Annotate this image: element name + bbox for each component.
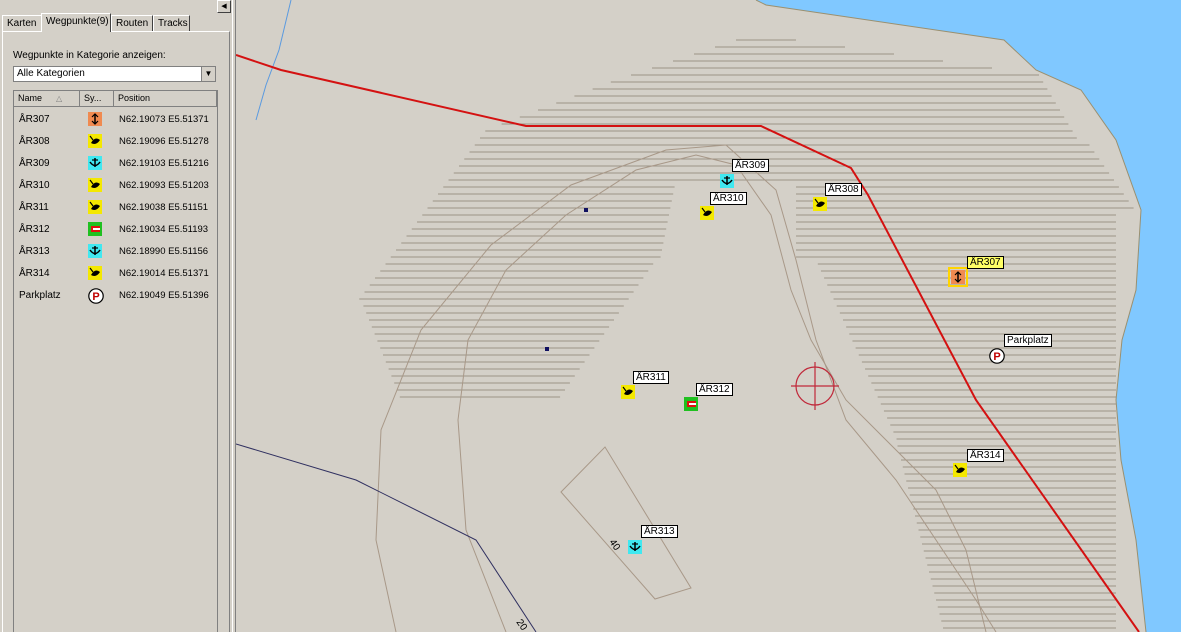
- category-select[interactable]: Alle Kategorien ▼: [13, 66, 216, 82]
- yellow-fish-icon[interactable]: [953, 463, 967, 477]
- yellow-fish-icon: [88, 134, 102, 148]
- yellow-fish-icon[interactable]: [700, 206, 714, 220]
- cyan-anchor-icon: [88, 244, 102, 258]
- contour-outer: [375, 144, 997, 632]
- waypoint-position: N62.19096 E5.51278: [119, 136, 209, 147]
- waypoint-position: N62.19049 E5.51396: [119, 290, 209, 301]
- yellow-fish-icon: [88, 200, 102, 214]
- orange-arrow-icon[interactable]: [948, 267, 968, 287]
- waypoint-label[interactable]: ÅR314: [967, 449, 1004, 462]
- list-header: Name △ Sy... Position: [14, 91, 217, 107]
- waypoint-name: ÅR314: [19, 268, 50, 279]
- waypoint-name: ÅR311: [19, 202, 49, 213]
- waypoint-position: N62.19014 E5.51371: [119, 268, 209, 279]
- green-red-marker-icon[interactable]: [684, 397, 698, 411]
- yellow-fish-icon: [88, 178, 102, 192]
- waypoint-position: N62.19034 E5.51193: [119, 224, 209, 235]
- waypoint-position: N62.19103 E5.51216: [119, 158, 209, 169]
- yellow-fish-icon[interactable]: [621, 385, 635, 399]
- dark-track-line: [236, 443, 537, 632]
- waypoint-name: ÅR307: [19, 114, 50, 125]
- waypoint-row[interactable]: ÅR309 N62.19103 E5.51216: [14, 153, 217, 175]
- svg-text:P: P: [993, 351, 1000, 363]
- waypoint-label[interactable]: ÅR308: [825, 183, 862, 196]
- waypoint-name: ÅR308: [19, 136, 50, 147]
- waypoint-row[interactable]: ÅR307 N62.19073 E5.51371: [14, 109, 217, 131]
- waypoint-label[interactable]: ÅR313: [641, 525, 678, 538]
- yellow-fish-icon[interactable]: [813, 197, 827, 211]
- orange-arrow-icon: [88, 112, 102, 126]
- waypoint-position: N62.19093 E5.51203: [119, 180, 209, 191]
- stream-line: [255, 0, 292, 121]
- category-select-value: Alle Kategorien: [17, 68, 85, 79]
- contour-40-enclosure: [560, 446, 692, 600]
- waypoint-label[interactable]: Parkplatz: [1004, 334, 1052, 347]
- parking-icon: P: [88, 288, 104, 304]
- map-view[interactable]: 40 20 ÅR309 ÅR310 ÅR308 ÅR307 P Parkplatz ÅR31…: [236, 0, 1181, 632]
- waypoint-position: N62.19073 E5.51371: [119, 114, 209, 125]
- waypoint-name: ÅR312: [19, 224, 50, 235]
- green-red-marker-icon: [88, 222, 102, 236]
- sidebar-panel: ◀ Karten Wegpunkte(9) Routen Tracks Wegp…: [0, 0, 232, 632]
- waypoint-label[interactable]: ÅR309: [732, 159, 769, 172]
- tab-karten[interactable]: Karten: [2, 15, 42, 31]
- waypoint-position: N62.19038 E5.51151: [119, 202, 209, 213]
- waypoint-list: Name △ Sy... Position ÅR307 N62.19073 E5.5…: [13, 90, 218, 632]
- parking-icon[interactable]: P: [989, 348, 1005, 364]
- chevron-down-icon[interactable]: ▼: [201, 67, 215, 81]
- waypoint-name: Parkplatz: [19, 290, 61, 301]
- waypoint-name: ÅR313: [19, 246, 50, 257]
- map-point-dot: [545, 347, 549, 351]
- column-header-position[interactable]: Position: [114, 91, 217, 107]
- tab-routen[interactable]: Routen: [111, 15, 153, 31]
- map-point-dot: [584, 208, 588, 212]
- waypoint-row[interactable]: ÅR312 N62.19034 E5.51193: [14, 219, 217, 241]
- waypoint-row[interactable]: Parkplatz P N62.19049 E5.51396: [14, 285, 217, 307]
- yellow-fish-icon: [88, 266, 102, 280]
- category-label: Wegpunkte in Kategorie anzeigen:: [13, 50, 166, 61]
- waypoint-name: ÅR309: [19, 158, 50, 169]
- contour-label-40: 40: [607, 537, 623, 553]
- waypoint-row[interactable]: ÅR310 N62.19093 E5.51203: [14, 175, 217, 197]
- cyan-anchor-icon[interactable]: [720, 174, 734, 188]
- contour-label-20: 20: [514, 617, 530, 632]
- triangle-left-icon: ◀: [221, 3, 227, 10]
- waypoint-row[interactable]: ÅR313 N62.18990 E5.51156: [14, 241, 217, 263]
- waypoint-label[interactable]: ÅR311: [633, 371, 669, 384]
- collapse-panel-button[interactable]: ◀: [217, 0, 231, 13]
- column-header-name[interactable]: Name △: [14, 91, 80, 107]
- waypoint-row[interactable]: ÅR311 N62.19038 E5.51151: [14, 197, 217, 219]
- waypoint-row[interactable]: ÅR308 N62.19096 E5.51278: [14, 131, 217, 153]
- tab-tracks[interactable]: Tracks: [153, 15, 190, 31]
- tab-wegpunkte[interactable]: Wegpunkte(9): [41, 13, 111, 32]
- waypoint-row[interactable]: ÅR314 N62.19014 E5.51371: [14, 263, 217, 285]
- waypoint-position: N62.18990 E5.51156: [119, 246, 209, 257]
- sort-ascending-icon: △: [56, 94, 63, 103]
- waypoint-label[interactable]: ÅR310: [710, 192, 747, 205]
- waypoint-label[interactable]: ÅR312: [696, 383, 733, 396]
- crosshair-icon: [791, 362, 839, 410]
- column-header-symbol[interactable]: Sy...: [80, 91, 114, 107]
- cyan-anchor-icon: [88, 156, 102, 170]
- map-canvas[interactable]: 40 20: [236, 0, 1181, 632]
- cyan-anchor-icon[interactable]: [628, 540, 642, 554]
- waypoint-label[interactable]: ÅR307: [967, 256, 1004, 269]
- svg-text:P: P: [92, 291, 99, 303]
- waypoint-name: ÅR310: [19, 180, 50, 191]
